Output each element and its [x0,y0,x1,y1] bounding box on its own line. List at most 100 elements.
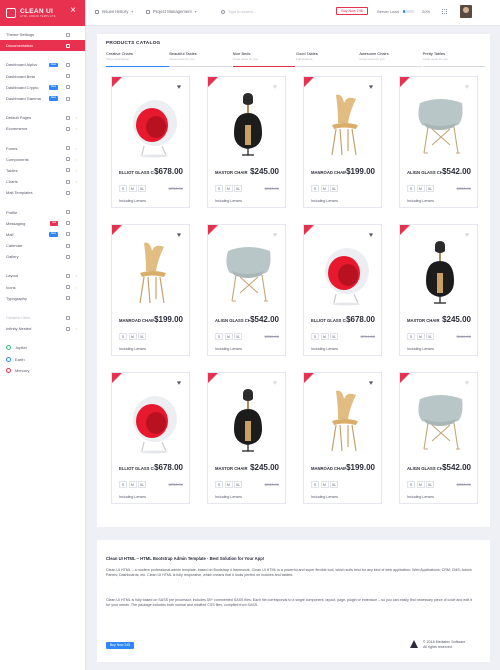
sidebar-item-calendar[interactable]: Calendar [0,240,85,251]
buy-now-button[interactable]: Buy Now 24$ [336,7,368,15]
tab-pretty-tables[interactable]: Pretty Tables Great news for you [422,51,486,67]
size-s-button[interactable]: S [311,481,319,488]
size-s-button[interactable]: S [407,481,415,488]
sidebar-item-icons[interactable]: Icons › [0,282,85,293]
product-name[interactable]: MANROAD CHAIR [119,318,154,323]
size-s-button[interactable]: S [215,333,223,340]
sidebar-item-gallery[interactable]: Gallery [0,251,85,262]
size-s-button[interactable]: S [215,481,223,488]
size-s-button[interactable]: S [119,333,127,340]
product-card[interactable]: ♥ MAXTOR CHAIR $245.00 S M XL $166.00 Including… [399,224,478,356]
issues-history-menu[interactable]: Issues History ▾ [95,9,133,14]
size-xl-button[interactable]: XL [330,185,338,192]
sidebar-item-tables[interactable]: Tables › [0,165,85,176]
size-m-button[interactable]: M [224,185,233,192]
tab-beautiful-tables[interactable]: Beautiful Tables Great news for you [169,51,233,67]
size-xl-button[interactable]: XL [234,333,242,340]
size-m-button[interactable]: M [128,481,137,488]
product-card[interactable]: ♥ MAXTOR CHAIR $245.00 S M XL $166.00 Including… [207,76,286,208]
sidebar-item-ecommerce[interactable]: Ecommerce › [0,123,85,134]
sidebar-item-profile[interactable]: Profile [0,206,85,217]
product-name[interactable]: MANROAD CHAIR [311,170,346,175]
sidebar-item-dashboard-alpha[interactable]: Dashboard Alpha New [0,59,85,70]
sidebar-item-mercury[interactable]: Mercury [0,365,85,376]
sidebar-item-jupiter[interactable]: Jupiter [0,342,85,353]
product-name[interactable]: ALIGN GLASS CHAIR [407,466,442,471]
sidebar-item-infinity-nested[interactable]: Infinity Nested › [0,323,85,334]
product-card[interactable]: ♥ MAXTOR CHAIR $245.00 S M XL $166.00 Including… [207,372,286,504]
product-card[interactable]: ♥ALIGN GLASS CHAIR$542.00SMXL$356.00Incl… [399,76,478,208]
product-name[interactable]: ELLIOT GLASS CHAIR [119,466,154,471]
size-m-button[interactable]: M [128,185,137,192]
size-s-button[interactable]: S [119,185,127,192]
project-management-menu[interactable]: Project Management ▾ [146,9,197,14]
size-m-button[interactable]: M [224,481,233,488]
search-input[interactable]: Type to search... [221,8,279,16]
sidebar-item-layout[interactable]: Layout › [0,270,85,281]
product-name[interactable]: MAXTOR CHAIR [215,170,250,175]
sidebar-item-earth[interactable]: Earth [0,354,85,365]
product-card[interactable]: ♥ELLIOT GLASS CHAIR$678.00SMXL$754.00Inc… [111,372,190,504]
tab-good-tables[interactable]: Good Tables Full features [295,51,359,67]
size-s-button[interactable]: S [119,481,127,488]
product-name[interactable]: MANROAD CHAIR [311,466,346,471]
sidebar-item-dashboard-crypto[interactable]: Dashboard Crypto New [0,82,85,93]
size-xl-button[interactable]: XL [138,481,146,488]
product-card[interactable]: ♥ MANROAD CHAIR $199.00 S M XL Including Lense… [303,372,382,504]
sidebar-item-mail-templates[interactable]: Mail Templates [0,187,85,198]
tab-creative-chairs[interactable]: Creative Chairs Some description [106,51,169,67]
size-xl-button[interactable]: XL [426,481,434,488]
size-xl-button[interactable]: XL [138,185,146,192]
product-card[interactable]: ♥ALIGN GLASS CHAIR$542.00SMXL$356.00Incl… [399,372,478,504]
size-m-button[interactable]: M [224,333,233,340]
size-xl-button[interactable]: XL [234,481,242,488]
size-m-button[interactable]: M [416,333,425,340]
size-xl-button[interactable]: XL [426,185,434,192]
product-card[interactable]: ♥ELLIOT GLASS CHAIR$678.00SMXL$754.00Inc… [303,224,382,356]
size-s-button[interactable]: S [311,333,319,340]
sidebar-item-disabled-item[interactable]: Disabled Item [0,312,85,323]
size-s-button[interactable]: S [215,185,223,192]
size-m-button[interactable]: M [320,481,329,488]
product-card[interactable]: ♥ALIGN GLASS CHAIR$542.00SMXL$356.00Incl… [207,224,286,356]
avatar[interactable] [460,5,472,18]
footer-buy-button[interactable]: Buy Now 24$ [106,642,134,649]
sidebar-item-documentation[interactable]: Documentation [0,40,85,52]
product-name[interactable]: ALIGN GLASS CHAIR [215,318,250,323]
sidebar-item-dashboard-beta[interactable]: Dashboard Beta [0,71,85,82]
sidebar-item-forms[interactable]: Forms › [0,143,85,154]
tab-awesome-chairs[interactable]: Awesome Chairs Great news for you [359,51,423,67]
size-s-button[interactable]: S [407,333,415,340]
product-name[interactable]: MAXTOR CHAIR [215,466,250,471]
sidebar-item-messaging[interactable]: Messaging Hot [0,218,85,229]
product-card[interactable]: ♥ELLIOT GLASS CHAIR$678.00SMXL$754.00Inc… [111,76,190,208]
sidebar-item-dashboard-gamma[interactable]: Dashboard Gamma New [0,93,85,104]
size-m-button[interactable]: M [320,333,329,340]
size-s-button[interactable]: S [311,185,319,192]
product-card[interactable]: ♥ MANROAD CHAIR $199.00 S M XL Including Lense… [111,224,190,356]
size-m-button[interactable]: M [416,185,425,192]
size-m-button[interactable]: M [320,185,329,192]
sidebar-item-typography[interactable]: Typography [0,293,85,304]
sidebar-item-components[interactable]: Components › [0,154,85,165]
sidebar-item-theme-settings[interactable]: Theme Settings [0,29,85,40]
size-xl-button[interactable]: XL [330,481,338,488]
sidebar-item-mail[interactable]: Mail New [0,229,85,240]
size-xl-button[interactable]: XL [330,333,338,340]
product-name[interactable]: ALIGN GLASS CHAIR [407,170,442,175]
product-name[interactable]: MAXTOR CHAIR [407,318,442,323]
product-name[interactable]: ELLIOT GLASS CHAIR [119,170,154,175]
product-card[interactable]: ♥ MANROAD CHAIR $199.00 S M XL Including Lense… [303,76,382,208]
size-m-button[interactable]: M [128,333,137,340]
sidebar-item-charts[interactable]: Charts › [0,176,85,187]
close-icon[interactable]: × [70,6,76,16]
size-m-button[interactable]: M [416,481,425,488]
product-name[interactable]: ELLIOT GLASS CHAIR [311,318,346,323]
size-xl-button[interactable]: XL [138,333,146,340]
size-xl-button[interactable]: XL [234,185,242,192]
apps-grid-icon[interactable] [442,9,447,14]
tab-nice-beds[interactable]: Nice Beds Great news for you [232,51,296,67]
size-xl-button[interactable]: XL [426,333,434,340]
sidebar-item-default-pages[interactable]: Default Pages › [0,112,85,123]
size-s-button[interactable]: S [407,185,415,192]
